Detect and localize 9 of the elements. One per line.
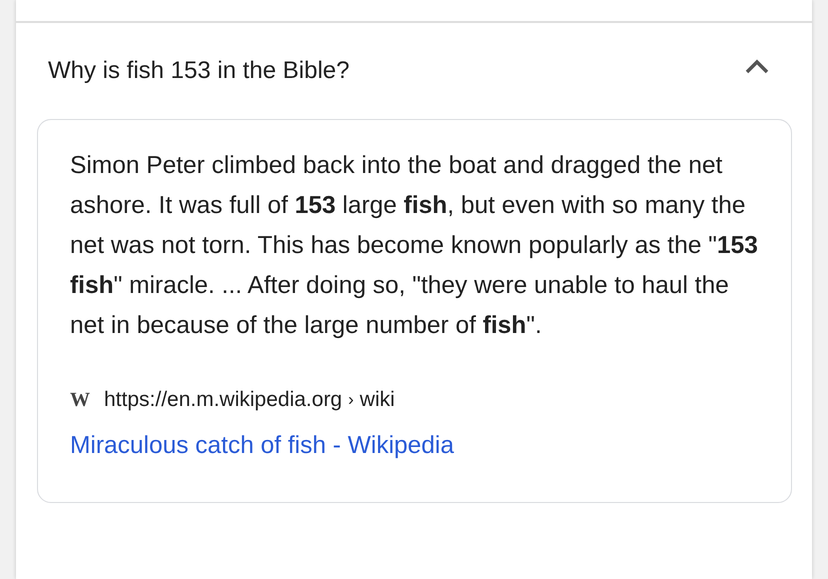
source-path: wiki [360,388,395,412]
wikipedia-favicon-icon: W [70,388,90,412]
result-link[interactable]: Miraculous catch of fish - Wikipedia [70,432,454,460]
question-row[interactable]: Why is fish 153 in the Bible? [16,23,812,119]
question-text: Why is fish 153 in the Bible? [48,57,350,85]
answer-snippet: Simon Peter climbed back into the boat and dragged the net ashore. It was full of 153 large fish, but even with so many the net was not torn. This has become known popularly as the "153 fish" miracle. ... After doing so, "they were unable to haul the net in because of the large number of fish". [70,151,759,341]
breadcrumb-separator: › [348,390,354,410]
chevron-icon[interactable] [744,58,770,74]
source-url: https://en.m.wikipedia.org [104,388,342,412]
